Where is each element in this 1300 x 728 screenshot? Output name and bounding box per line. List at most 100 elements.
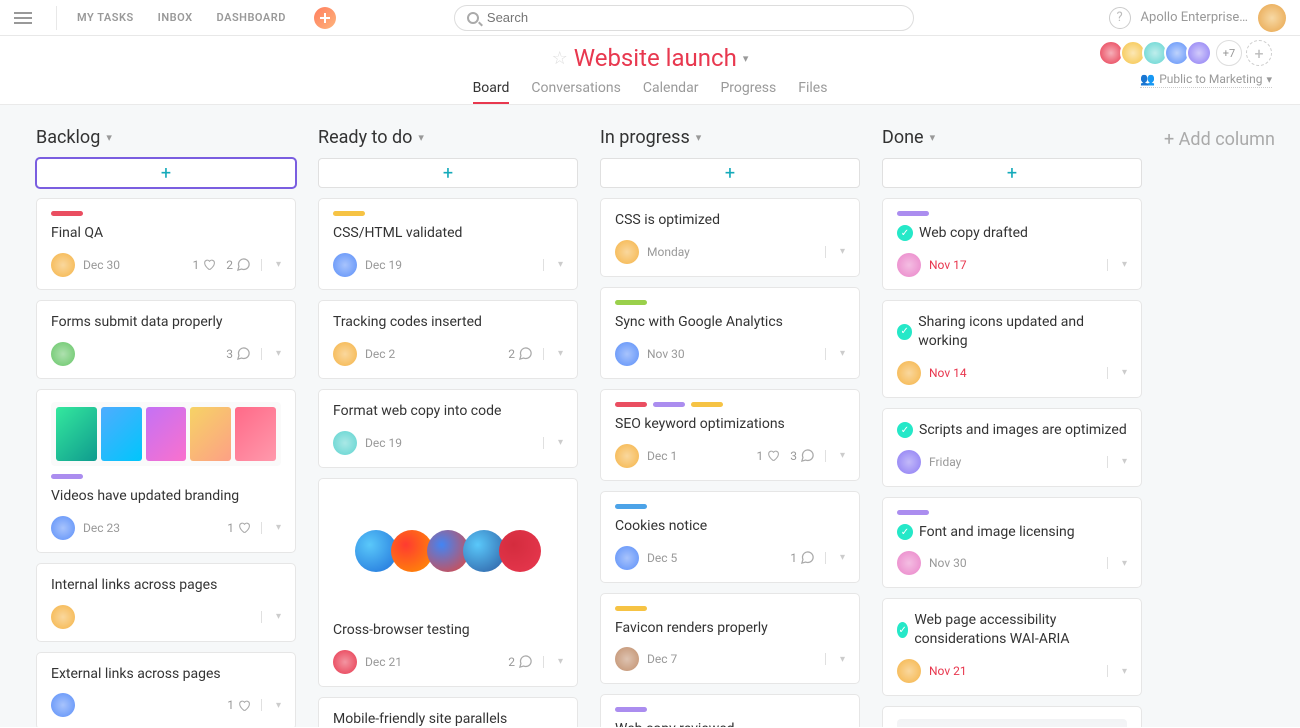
task-card[interactable]: Videos have updated brandingDec 231▾: [36, 389, 296, 553]
assignee-avatar[interactable]: [897, 659, 921, 683]
task-card[interactable]: ✓Scripts and images are optimizedFriday▾: [882, 408, 1142, 487]
assignee-avatar[interactable]: [51, 516, 75, 540]
assignee-avatar[interactable]: [615, 240, 639, 264]
task-card[interactable]: Cross-browser testingDec 212▾: [318, 478, 578, 687]
task-card[interactable]: ✓Font and image licensingNov 30▾: [882, 497, 1142, 589]
add-card-button[interactable]: +: [36, 158, 296, 188]
tab-progress[interactable]: Progress: [720, 80, 776, 104]
assignee-avatar[interactable]: [897, 361, 921, 385]
tab-board[interactable]: Board: [473, 80, 510, 104]
card-menu-caret[interactable]: ▾: [1122, 259, 1127, 270]
tab-files[interactable]: Files: [798, 80, 827, 104]
workspace-name[interactable]: Apollo Enterprise…: [1141, 10, 1248, 25]
task-card[interactable]: Format web copy into codeDec 19▾: [318, 389, 578, 468]
assignee-avatar[interactable]: [615, 546, 639, 570]
assignee-avatar[interactable]: [897, 253, 921, 277]
likes-count[interactable]: 1: [756, 449, 780, 463]
task-card[interactable]: CSS/HTML validatedDec 19▾: [318, 198, 578, 290]
menu-icon[interactable]: [14, 12, 32, 24]
assignee-avatar[interactable]: [615, 647, 639, 671]
likes-count[interactable]: 1: [227, 521, 251, 535]
assignee-avatar[interactable]: [897, 551, 921, 575]
task-card[interactable]: ✓Web copy draftedNov 17▾: [882, 198, 1142, 290]
card-menu-caret[interactable]: ▾: [1122, 558, 1127, 569]
tab-calendar[interactable]: Calendar: [643, 80, 699, 104]
card-menu-caret[interactable]: ▾: [276, 348, 281, 359]
assignee-avatar[interactable]: [615, 444, 639, 468]
add-member-button[interactable]: +: [1246, 40, 1272, 66]
global-add-button[interactable]: [314, 7, 336, 29]
add-column-button[interactable]: + Add column: [1164, 127, 1275, 727]
star-icon[interactable]: ☆: [552, 48, 568, 69]
assignee-avatar[interactable]: [51, 342, 75, 366]
comments-count[interactable]: 3: [226, 346, 251, 361]
members-overflow[interactable]: +7: [1216, 40, 1242, 66]
task-card[interactable]: Tracking codes insertedDec 22▾: [318, 300, 578, 379]
task-card[interactable]: Internal links across pages▾: [36, 563, 296, 642]
user-avatar[interactable]: [1258, 4, 1286, 32]
task-card[interactable]: [882, 706, 1142, 727]
project-menu-caret[interactable]: ▾: [743, 52, 749, 65]
card-menu-caret[interactable]: ▾: [276, 259, 281, 270]
card-menu-caret[interactable]: ▾: [276, 700, 281, 711]
add-card-button[interactable]: +: [882, 158, 1142, 188]
assignee-avatar[interactable]: [333, 253, 357, 277]
assignee-avatar[interactable]: [333, 650, 357, 674]
comments-count[interactable]: 2: [508, 654, 533, 669]
card-menu-caret[interactable]: ▾: [558, 656, 563, 667]
card-menu-caret[interactable]: ▾: [276, 611, 281, 622]
task-card[interactable]: Final QADec 3012▾: [36, 198, 296, 290]
card-menu-caret[interactable]: ▾: [1122, 456, 1127, 467]
card-menu-caret[interactable]: ▾: [1122, 666, 1127, 677]
comments-count[interactable]: 2: [226, 257, 251, 272]
comments-count[interactable]: 1: [790, 550, 815, 565]
task-card[interactable]: Cookies noticeDec 51▾: [600, 491, 860, 583]
card-menu-caret[interactable]: ▾: [840, 246, 845, 257]
assignee-avatar[interactable]: [333, 431, 357, 455]
column-menu-caret[interactable]: ▾: [930, 131, 936, 144]
card-menu-caret[interactable]: ▾: [558, 348, 563, 359]
card-menu-caret[interactable]: ▾: [276, 522, 281, 533]
likes-count[interactable]: 1: [227, 698, 251, 712]
task-card[interactable]: SEO keyword optimizationsDec 113▾: [600, 389, 860, 481]
nav-inbox[interactable]: INBOX: [150, 11, 201, 24]
task-card[interactable]: CSS is optimizedMonday▾: [600, 198, 860, 277]
member-avatar[interactable]: [1186, 40, 1212, 66]
task-card[interactable]: Forms submit data properly3▾: [36, 300, 296, 379]
tab-conversations[interactable]: Conversations: [531, 80, 620, 104]
task-card[interactable]: ✓Sharing icons updated and workingNov 14…: [882, 300, 1142, 398]
task-card[interactable]: Web copy reviewedDec 9▾: [600, 694, 860, 727]
add-card-button[interactable]: +: [600, 158, 860, 188]
card-menu-caret[interactable]: ▾: [840, 348, 845, 359]
assignee-avatar[interactable]: [51, 253, 75, 277]
task-card[interactable]: ✓Web page accessibility considerations W…: [882, 598, 1142, 696]
column-menu-caret[interactable]: ▾: [106, 131, 112, 144]
add-card-button[interactable]: +: [318, 158, 578, 188]
comments-count[interactable]: 2: [508, 346, 533, 361]
assignee-avatar[interactable]: [51, 605, 75, 629]
likes-count[interactable]: 1: [192, 258, 216, 272]
nav-my-tasks[interactable]: MY TASKS: [69, 11, 142, 24]
task-card[interactable]: Favicon renders properlyDec 7▾: [600, 593, 860, 685]
card-menu-caret[interactable]: ▾: [558, 437, 563, 448]
assignee-avatar[interactable]: [333, 342, 357, 366]
assignee-avatar[interactable]: [615, 342, 639, 366]
card-menu-caret[interactable]: ▾: [840, 450, 845, 461]
card-menu-caret[interactable]: ▾: [558, 259, 563, 270]
search-input[interactable]: [487, 10, 901, 25]
comments-count[interactable]: 3: [790, 448, 815, 463]
help-icon[interactable]: ?: [1109, 7, 1131, 29]
task-card[interactable]: Sync with Google AnalyticsNov 30▾: [600, 287, 860, 379]
assignee-avatar[interactable]: [897, 450, 921, 474]
task-card[interactable]: Mobile-friendly site parallelsDec 22▾: [318, 697, 578, 727]
column-menu-caret[interactable]: ▾: [696, 131, 702, 144]
column-menu-caret[interactable]: ▾: [418, 131, 424, 144]
card-menu-caret[interactable]: ▾: [840, 552, 845, 563]
assignee-avatar[interactable]: [51, 693, 75, 717]
nav-dashboard[interactable]: DASHBOARD: [209, 11, 294, 24]
project-visibility[interactable]: 👥 Public to Marketing ▾: [1140, 72, 1272, 88]
card-menu-caret[interactable]: ▾: [840, 654, 845, 665]
search-bar[interactable]: [454, 5, 914, 31]
task-card[interactable]: External links across pages1▾: [36, 652, 296, 727]
card-menu-caret[interactable]: ▾: [1122, 367, 1127, 378]
